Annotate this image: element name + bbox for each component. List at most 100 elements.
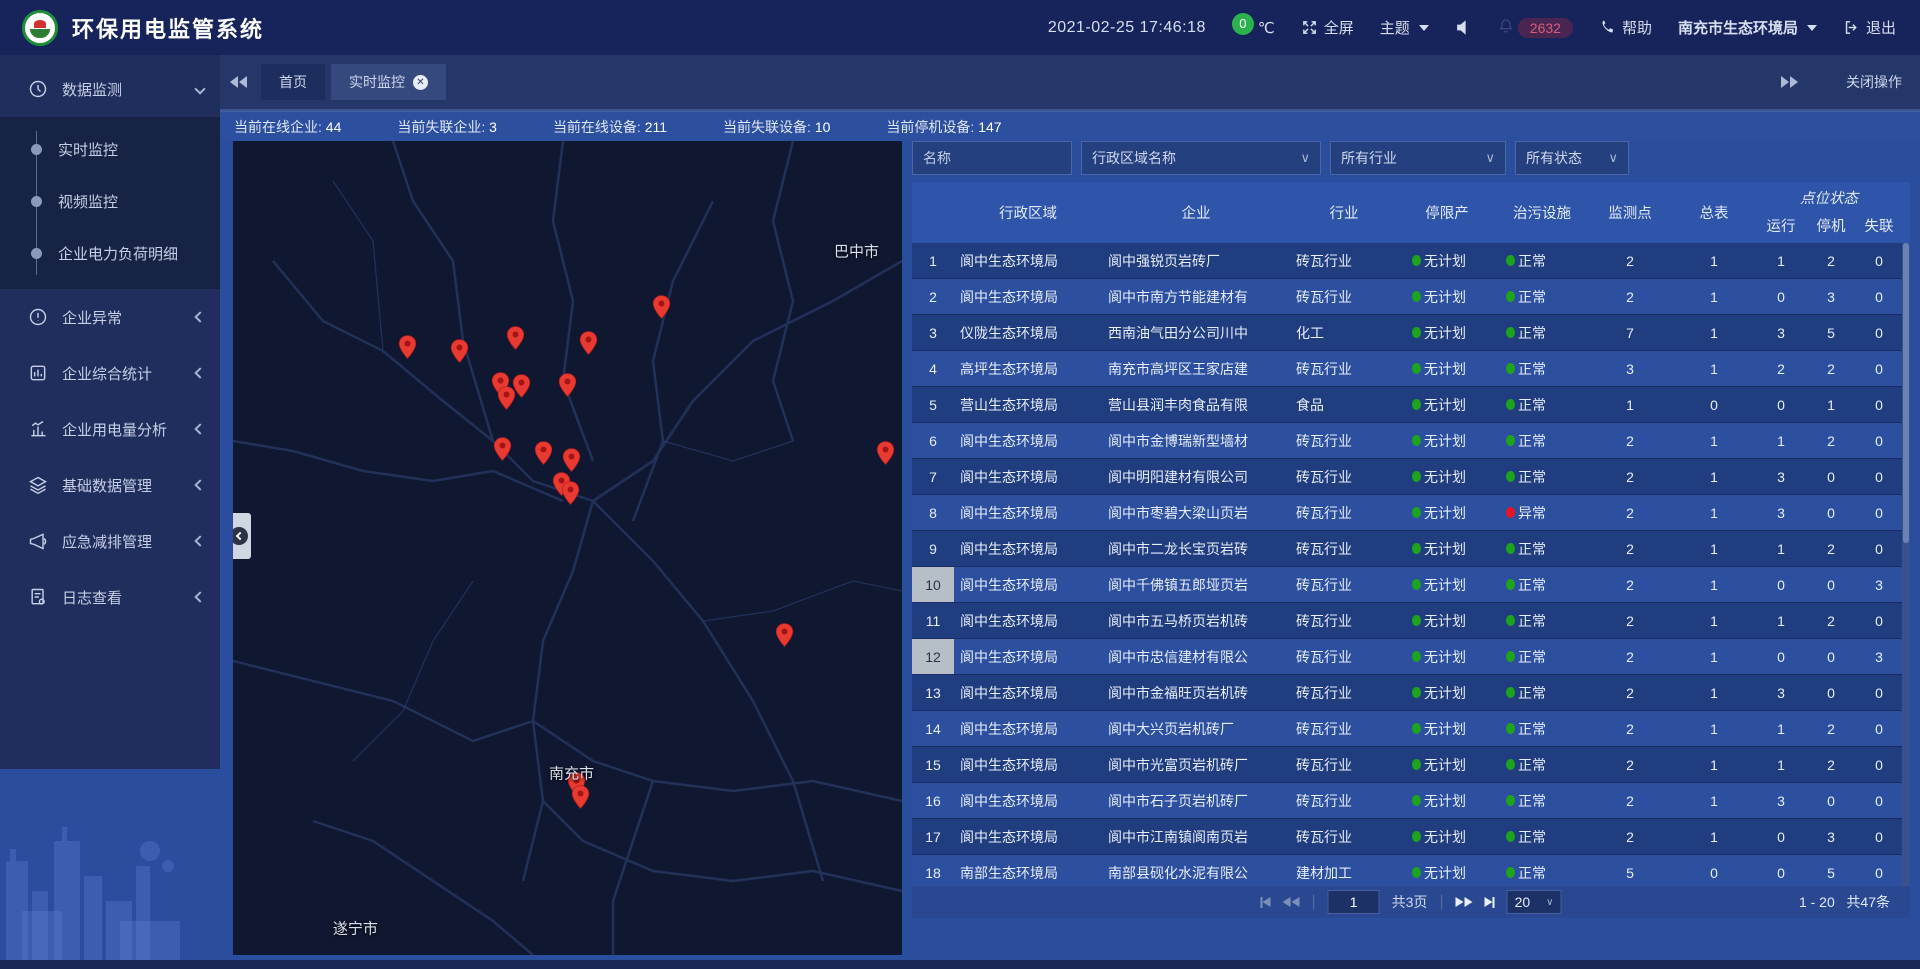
fullscreen-button[interactable]: 全屏 — [1301, 17, 1354, 38]
sidebar-item-enterprise-abnormal[interactable]: 企业异常 — [0, 289, 220, 345]
industry-filter-select[interactable]: 所有行业 ∨ — [1330, 141, 1506, 175]
app-title: 环保用电监管系统 — [72, 12, 264, 44]
cell-limit-status: 无计划 — [1398, 423, 1496, 458]
page-number-input[interactable] — [1328, 890, 1380, 914]
column-header-停限产[interactable]: 停限产 — [1398, 182, 1496, 243]
table-row[interactable]: 14阆中生态环境局阆中大兴页岩机砖厂砖瓦行业无计划正常21120 — [912, 711, 1910, 747]
first-page-button[interactable] — [1260, 897, 1270, 908]
sidebar-subitem-video-monitor[interactable]: 视频监控 — [0, 175, 220, 227]
map-pin[interactable] — [492, 436, 513, 462]
sidebar-item-data-monitor[interactable]: 数据监测 — [0, 61, 220, 117]
map-pin[interactable] — [561, 447, 582, 473]
mute-button[interactable] — [1455, 19, 1472, 36]
cell-offline: 0 — [1856, 279, 1902, 314]
org-label: 南充市生态环境局 — [1678, 17, 1798, 38]
sidebar-item-log-view[interactable]: 日志查看 — [0, 569, 220, 625]
org-dropdown[interactable]: 南充市生态环境局 — [1678, 17, 1817, 38]
cell-points: 2 — [1588, 783, 1672, 818]
column-header-企业[interactable]: 企业 — [1102, 182, 1290, 243]
status-dot-green — [1506, 831, 1515, 842]
map-pin[interactable] — [511, 373, 532, 399]
table-row[interactable]: 7阆中生态环境局阆中明阳建材有限公司砖瓦行业无计划正常21300 — [912, 459, 1910, 495]
table-row[interactable]: 3仪陇生态环境局西南油气田分公司川中化工无计划正常71350 — [912, 315, 1910, 351]
close-operations-dropdown[interactable]: 关闭操作 — [1846, 72, 1902, 92]
tabs-scroll-left-button[interactable] — [230, 76, 247, 88]
name-filter-input[interactable] — [923, 150, 1061, 166]
table-row[interactable]: 16阆中生态环境局阆中市石子页岩机砖厂砖瓦行业无计划正常21300 — [912, 783, 1910, 819]
map-pin[interactable] — [397, 334, 418, 360]
help-button[interactable]: 帮助 — [1599, 17, 1652, 38]
region-filter-select[interactable]: 行政区域名称 ∨ — [1081, 141, 1321, 175]
column-header-治污设施[interactable]: 治污设施 — [1496, 182, 1588, 243]
cell-stopped: 0 — [1806, 639, 1856, 674]
cell-running: 3 — [1756, 675, 1806, 710]
status-dot-green — [1412, 363, 1421, 374]
logout-button[interactable]: 退出 — [1843, 17, 1896, 38]
table-row[interactable]: 10阆中生态环境局阆中千佛镇五郎垭页岩砖瓦行业无计划正常21003 — [912, 567, 1910, 603]
table-row[interactable]: 6阆中生态环境局阆中市金博瑞新型墙材砖瓦行业无计划正常21120 — [912, 423, 1910, 459]
map-pin[interactable] — [570, 784, 591, 810]
cell-stopped: 2 — [1806, 531, 1856, 566]
map-pin[interactable] — [774, 622, 795, 648]
cell-company: 阆中强锐页岩砖厂 — [1102, 243, 1290, 278]
sidebar-item-base-data[interactable]: 基础数据管理 — [0, 457, 220, 513]
table-header: 行政区域企业行业停限产治污设施监测点总表点位状态运行停机失联 — [912, 182, 1910, 243]
status-filter-label: 所有状态 — [1526, 148, 1582, 168]
table-row[interactable]: 9阆中生态环境局阆中市二龙长宝页岩砖砖瓦行业无计划正常21120 — [912, 531, 1910, 567]
cell-running: 0 — [1756, 819, 1806, 854]
status-dot-green — [1506, 687, 1515, 698]
column-header-停机[interactable]: 停机 — [1806, 208, 1856, 243]
table-row[interactable]: 18南部生态环境局南部县砚化水泥有限公建材加工无计划正常50050 — [912, 855, 1910, 886]
theme-dropdown[interactable]: 主题 — [1380, 17, 1429, 38]
map-pin[interactable] — [875, 440, 896, 466]
theme-label: 主题 — [1380, 17, 1410, 38]
tab-close-icon[interactable]: ✕ — [413, 75, 428, 90]
table-row[interactable]: 12阆中生态环境局阆中市忠信建材有限公砖瓦行业无计划正常21003 — [912, 639, 1910, 675]
column-header-总表[interactable]: 总表 — [1672, 182, 1756, 243]
last-page-button[interactable] — [1485, 897, 1495, 908]
map-panel[interactable]: 巴中市南充市遂宁市 — [233, 141, 902, 955]
tabs-scroll-right-button[interactable] — [1781, 76, 1798, 88]
tab-实时监控[interactable]: 实时监控✕ — [331, 64, 446, 100]
sidebar-item-emergency-reduction[interactable]: 应急减排管理 — [0, 513, 220, 569]
status-filter-select[interactable]: 所有状态 ∨ — [1515, 141, 1629, 175]
map-pin[interactable] — [560, 480, 581, 506]
cell-meters: 1 — [1672, 603, 1756, 638]
sidebar-item-power-analysis[interactable]: 企业用电量分析 — [0, 401, 220, 457]
column-header-监测点[interactable]: 监测点 — [1588, 182, 1672, 243]
page-size-select[interactable]: 20 ∨ — [1507, 890, 1562, 914]
table-row[interactable]: 17阆中生态环境局阆中市江南镇阆南页岩砖瓦行业无计划正常21030 — [912, 819, 1910, 855]
column-header-行政区域[interactable]: 行政区域 — [954, 182, 1102, 243]
sidebar-subitem-realtime-monitor[interactable]: 实时监控 — [0, 123, 220, 175]
sidebar-subitem-power-load-detail[interactable]: 企业电力负荷明细 — [0, 227, 220, 279]
table-row[interactable]: 11阆中生态环境局阆中市五马桥页岩机砖砖瓦行业无计划正常21120 — [912, 603, 1910, 639]
map-pin[interactable] — [449, 338, 470, 364]
cell-facility-status: 正常 — [1496, 351, 1588, 386]
table-scrollbar[interactable] — [1902, 243, 1910, 886]
column-header-行业[interactable]: 行业 — [1290, 182, 1398, 243]
tab-首页[interactable]: 首页 — [261, 64, 325, 100]
column-header-失联[interactable]: 失联 — [1856, 208, 1902, 243]
table-row[interactable]: 2阆中生态环境局阆中市南方节能建材有砖瓦行业无计划正常21030 — [912, 279, 1910, 315]
sidebar-collapse-button[interactable] — [233, 513, 251, 559]
cell-limit-status: 无计划 — [1398, 315, 1496, 350]
map-pin[interactable] — [557, 372, 578, 398]
table-row[interactable]: 1阆中生态环境局阆中强锐页岩砖厂砖瓦行业无计划正常21120 — [912, 243, 1910, 279]
map-pin[interactable] — [578, 330, 599, 356]
notifications[interactable]: 2632 — [1498, 18, 1573, 38]
column-header-运行[interactable]: 运行 — [1756, 208, 1806, 243]
table-row[interactable]: 15阆中生态环境局阆中市光富页岩机砖厂砖瓦行业无计划正常21120 — [912, 747, 1910, 783]
prev-page-button[interactable] — [1282, 897, 1299, 907]
map-pin[interactable] — [533, 440, 554, 466]
map-pin[interactable] — [505, 325, 526, 351]
sidebar-item-enterprise-stats[interactable]: 企业综合统计 — [0, 345, 220, 401]
table-row[interactable]: 4高坪生态环境局南充市高坪区王家店建砖瓦行业无计划正常31220 — [912, 351, 1910, 387]
cell-points: 2 — [1588, 531, 1672, 566]
table-row[interactable]: 13阆中生态环境局阆中市金福旺页岩机砖砖瓦行业无计划正常21300 — [912, 675, 1910, 711]
brand: 环保用电监管系统 — [0, 10, 480, 46]
next-page-button[interactable] — [1456, 897, 1473, 907]
map-pin[interactable] — [651, 294, 672, 320]
table-row[interactable]: 5营山生态环境局营山县润丰肉食品有限食品无计划正常10010 — [912, 387, 1910, 423]
cell-offline: 0 — [1856, 783, 1902, 818]
table-row[interactable]: 8阆中生态环境局阆中市枣碧大梁山页岩砖瓦行业无计划异常21300 — [912, 495, 1910, 531]
